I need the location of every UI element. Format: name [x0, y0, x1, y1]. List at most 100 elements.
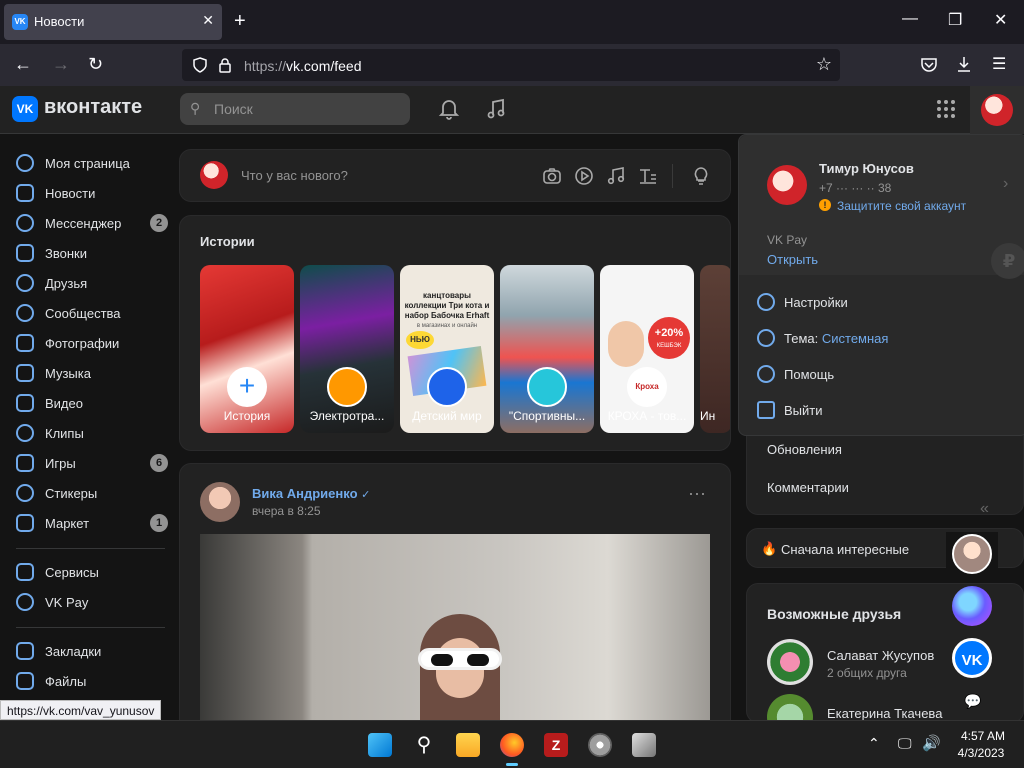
close-window-icon[interactable]: ✕ [994, 10, 1007, 30]
sidebar-item-music[interactable]: Музыка [16, 360, 168, 388]
friend-name[interactable]: Екатерина Ткачева [827, 706, 942, 721]
post-time[interactable]: вчера в 8:25 [252, 504, 321, 518]
filter-comments[interactable]: Комментарии [767, 480, 849, 495]
sidebar-item-photos[interactable]: Фотографии [16, 330, 168, 358]
stories-title: Истории [200, 234, 255, 249]
notifications-bell-icon[interactable] [438, 98, 460, 120]
lock-icon[interactable] [218, 57, 232, 73]
vk-logo-icon[interactable]: VK [12, 96, 38, 122]
sidebar-item-calls[interactable]: Звонки [16, 240, 168, 268]
story-card[interactable]: "Спортивны... [500, 265, 594, 433]
avatar[interactable] [767, 639, 813, 685]
story-avatar: Кроха [627, 367, 667, 407]
sidebar-item-vk-pay[interactable]: VK Pay [16, 589, 168, 617]
gamepad-icon [16, 454, 34, 472]
search-icon: ⚲ [190, 100, 201, 116]
market-bag-icon [16, 514, 34, 532]
sidebar-item-bookmarks[interactable]: Закладки [16, 638, 168, 666]
sidebar-item-my-page[interactable]: Моя страница [16, 150, 168, 178]
shield-icon[interactable] [192, 57, 208, 73]
filter-updates[interactable]: Обновления [767, 442, 842, 457]
article-icon[interactable] [638, 166, 658, 186]
search-icon[interactable]: ⚲ [412, 733, 436, 757]
games-badge: 6 [150, 454, 168, 472]
close-tab-icon[interactable]: ✕ [202, 12, 214, 29]
sidebar-item-files[interactable]: Файлы [16, 668, 168, 696]
add-story-icon[interactable]: + [227, 367, 267, 407]
music-note-icon[interactable] [485, 98, 507, 120]
chat-bubble-icon[interactable]: 💬 [964, 693, 981, 710]
firefox-icon[interactable] [500, 733, 524, 757]
vk-brand-name[interactable]: вконтакте [44, 96, 142, 119]
vkpay-open-link[interactable]: Открыть [767, 252, 818, 267]
sidebar-item-news[interactable]: Новости [16, 180, 168, 208]
more-options-icon[interactable]: ··· [688, 484, 706, 502]
story-card[interactable]: + История [200, 265, 294, 433]
url-bar[interactable]: https://vk.com/feed ☆ [182, 49, 840, 81]
story-card[interactable]: канцтовары коллекции Три кота и набор Ба… [400, 265, 494, 433]
fire-icon: 🔥 [761, 541, 778, 556]
taskbar-date[interactable]: 4/3/2023 [952, 746, 1010, 760]
sidebar-item-video[interactable]: Видео [16, 390, 168, 418]
sidebar-item-messenger[interactable]: Мессенджер 2 [16, 210, 168, 238]
back-icon[interactable]: ← [14, 54, 32, 75]
video-play-icon[interactable] [574, 166, 594, 186]
sidebar-item-market[interactable]: Маркет 1 [16, 510, 168, 538]
sticker-icon [16, 484, 34, 502]
taskbar-time[interactable]: 4:57 AM [958, 729, 1008, 743]
new-tab-icon[interactable]: + [234, 10, 246, 33]
chevron-right-icon: › [1003, 175, 1009, 192]
photo-icon [16, 334, 34, 352]
pocket-icon[interactable] [920, 56, 938, 74]
palette-icon [757, 329, 775, 347]
post-author[interactable]: Вика Андриенко ✓ [252, 486, 370, 501]
compose-placeholder[interactable]: Что у вас нового? [241, 168, 348, 183]
bookmark-star-icon[interactable]: ☆ [816, 54, 832, 75]
profile-summary[interactable]: Тимур Юнусов +7 ··· ··· ·· 38 ! Защитите… [739, 135, 1024, 279]
network-icon[interactable]: 🖵 [898, 735, 912, 752]
camera-icon[interactable] [542, 166, 562, 186]
search-input[interactable]: ⚲ Поиск [180, 93, 410, 125]
windows-start-icon[interactable] [368, 733, 392, 757]
reload-icon[interactable]: ↻ [88, 54, 103, 75]
profile-menu-button[interactable] [970, 86, 1024, 134]
show-hidden-icons-icon[interactable]: ⌃ [868, 735, 880, 752]
chat-avatar-bubble[interactable] [952, 534, 992, 574]
story-image [608, 321, 644, 367]
profile-phone: +7 ··· ··· ·· 38 [819, 181, 892, 195]
disc-burner-icon[interactable] [588, 733, 612, 757]
apps-grid-icon[interactable] [936, 99, 956, 119]
story-card[interactable]: +20% КЕШБЭК Кроха КРОХА - тов... [600, 265, 694, 433]
volume-icon[interactable]: 🔊 [922, 734, 941, 752]
file-explorer-icon[interactable] [456, 733, 480, 757]
collapse-chevrons-icon[interactable]: « [980, 500, 989, 518]
compose-post-box[interactable]: Что у вас нового? [179, 149, 731, 202]
stories-card: Истории + История Электротра... канцтова… [179, 215, 731, 451]
app-box-icon[interactable] [632, 733, 656, 757]
services-icon [16, 563, 34, 581]
menu-hamburger-icon[interactable]: ☰ [992, 54, 1006, 74]
marusia-assistant-icon[interactable] [952, 586, 992, 626]
minimize-window-icon[interactable]: — [902, 10, 918, 28]
vk-messenger-bubble-icon[interactable]: VK [952, 638, 992, 678]
sidebar-item-friends[interactable]: Друзья [16, 270, 168, 298]
sidebar-item-games[interactable]: Игры 6 [16, 450, 168, 478]
story-card[interactable]: Электротра... [300, 265, 394, 433]
phone-icon [16, 244, 34, 262]
browser-tab[interactable]: VK Новости ✕ [4, 4, 222, 40]
sidebar-item-services[interactable]: Сервисы [16, 559, 168, 587]
post-image[interactable] [200, 534, 710, 732]
avatar[interactable] [200, 482, 240, 522]
music-note-icon[interactable] [606, 166, 626, 186]
sidebar-item-stickers[interactable]: Стикеры [16, 480, 168, 508]
forward-icon[interactable]: → [52, 54, 70, 75]
story-card[interactable]: Ин [700, 265, 730, 433]
sidebar-item-communities[interactable]: Сообщества [16, 300, 168, 328]
filezilla-icon[interactable]: Z [544, 733, 568, 757]
sidebar-item-clips[interactable]: Клипы [16, 420, 168, 448]
bulb-icon[interactable] [690, 165, 712, 187]
protect-account-link[interactable]: Защитите свой аккаунт [837, 199, 966, 213]
restore-window-icon[interactable]: ❐ [948, 10, 962, 30]
friend-name[interactable]: Салават Жусупов [827, 648, 934, 663]
downloads-icon[interactable] [955, 55, 973, 73]
